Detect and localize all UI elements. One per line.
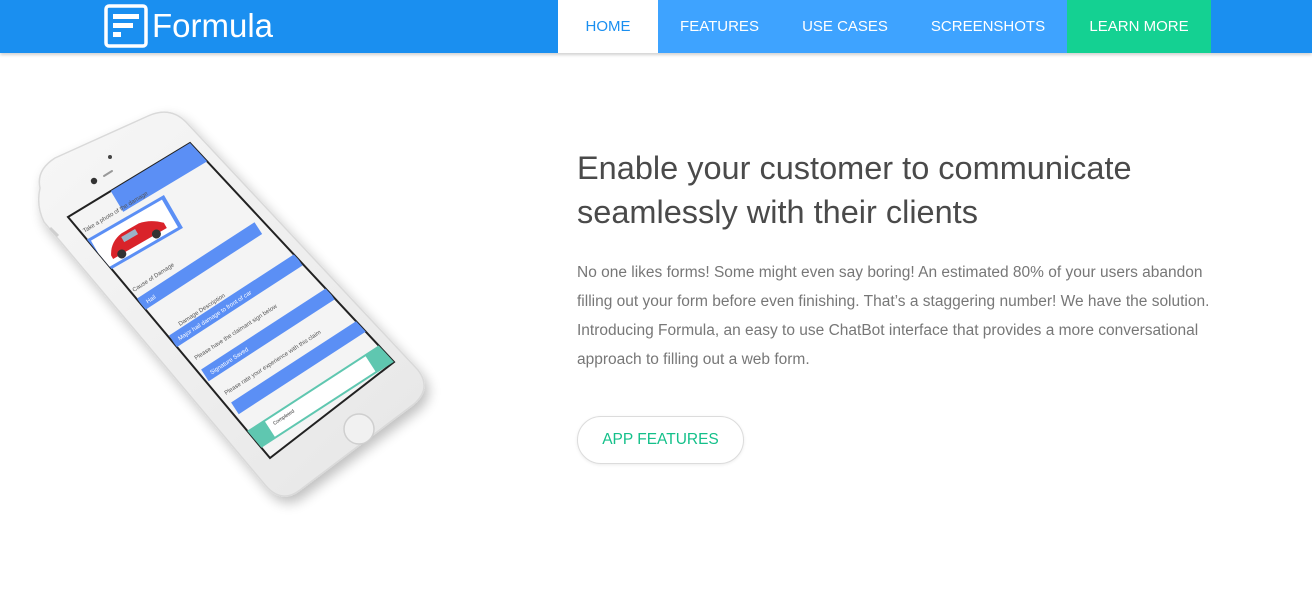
phone-illustration: Take a photo of the damage Cause of Dama…	[0, 0, 520, 600]
nav-screenshots[interactable]: SCREENSHOTS	[909, 0, 1067, 53]
app-features-button[interactable]: APP FEATURES	[577, 416, 744, 464]
hero-description: No one likes forms! Some might even say …	[577, 264, 1210, 368]
hero-title: Enable your customer to communicate seam…	[577, 150, 1132, 230]
main-nav: HOME FEATURES USE CASES SCREENSHOTS LEAR…	[558, 0, 1211, 53]
phone-camera	[90, 177, 98, 185]
nav-features[interactable]: FEATURES	[658, 0, 781, 53]
nav-use-cases[interactable]: USE CASES	[781, 0, 909, 53]
nav-home[interactable]: HOME	[558, 0, 658, 53]
phone-mockup-image: Take a photo of the damage Cause of Dama…	[37, 111, 425, 497]
phone-home-button	[343, 413, 375, 445]
nav-learn-more[interactable]: LEARN MORE	[1067, 0, 1211, 53]
